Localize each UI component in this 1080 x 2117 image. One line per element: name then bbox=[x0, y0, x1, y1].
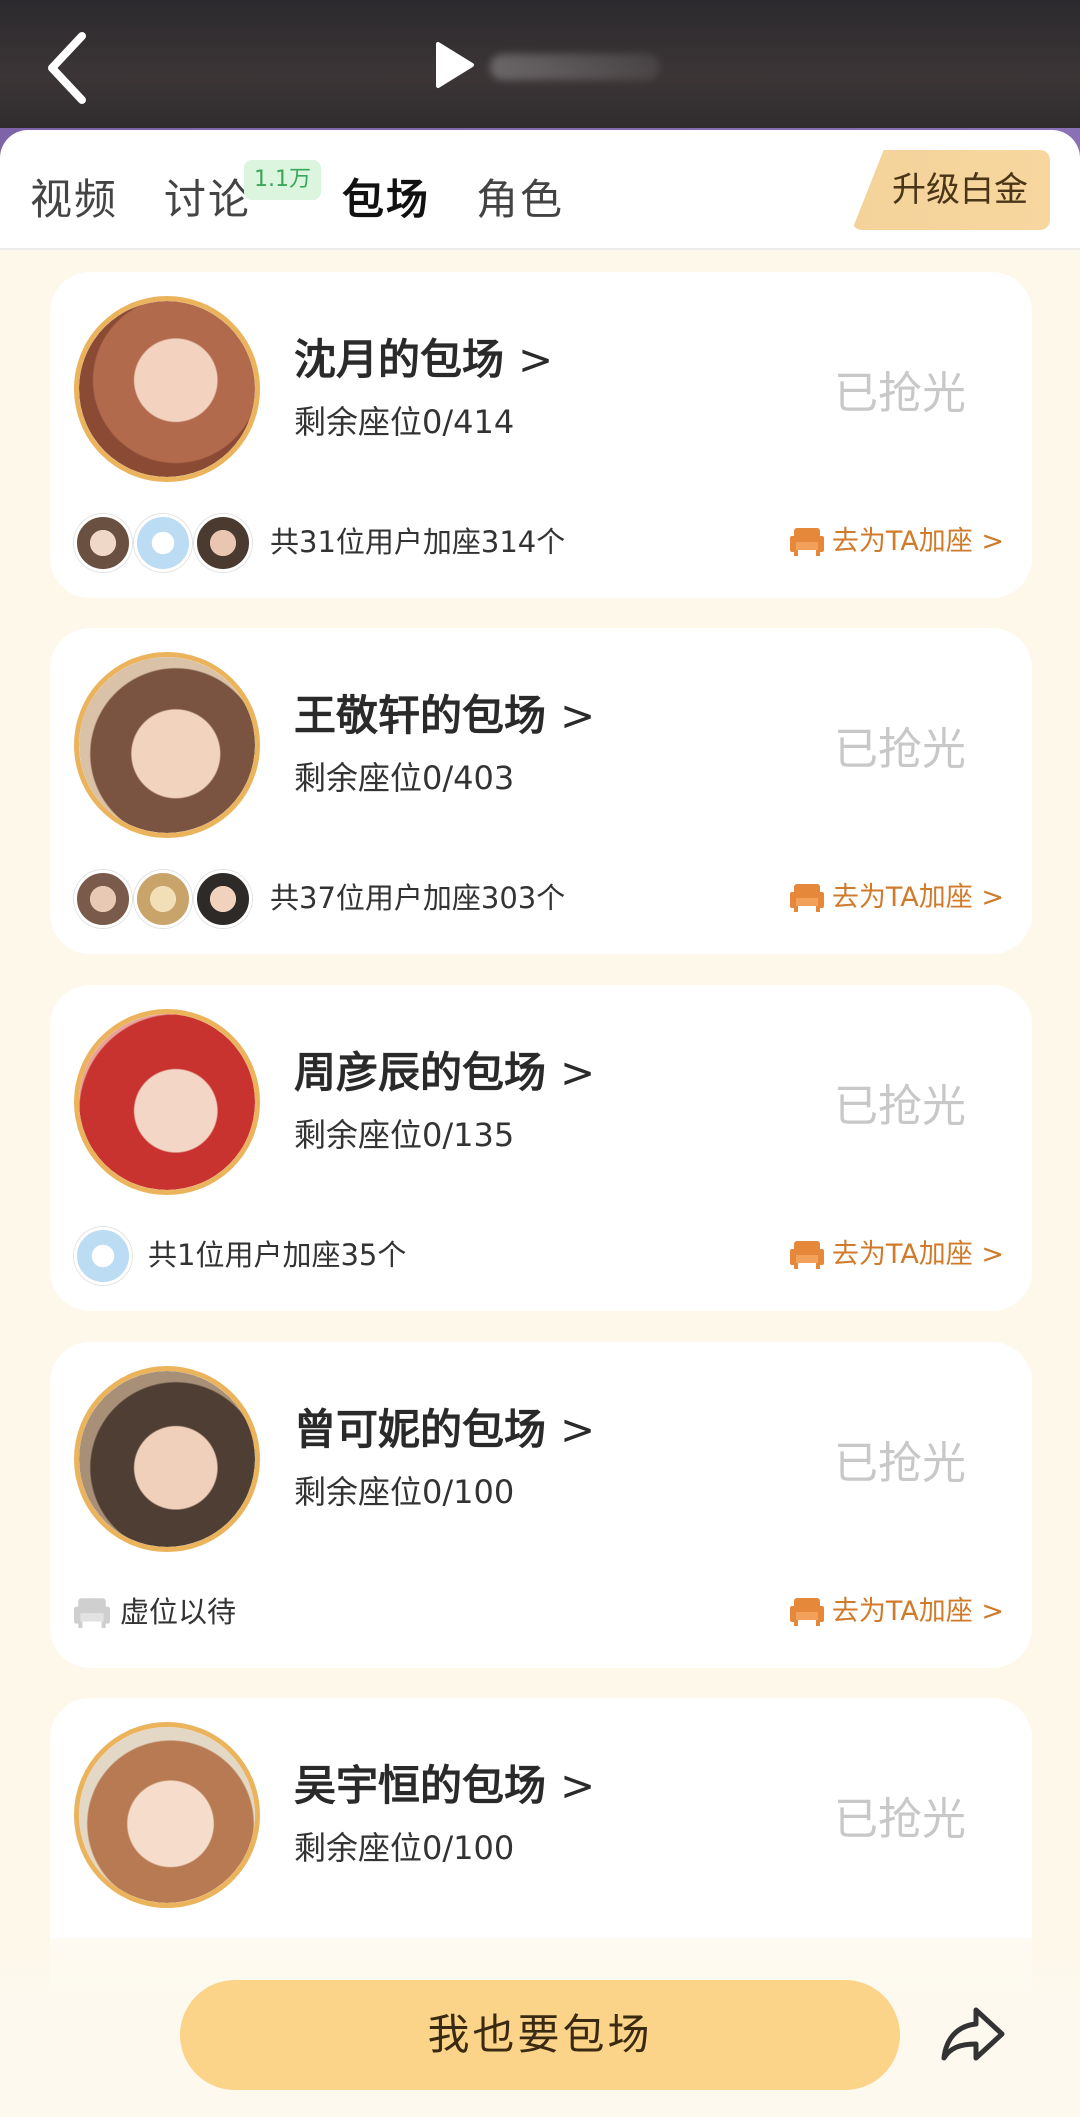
supporters-count: 共31位用户加座314个 bbox=[270, 525, 566, 559]
host-avatar[interactable] bbox=[74, 1366, 260, 1552]
user-avatar bbox=[134, 870, 192, 928]
back-chevron-icon[interactable] bbox=[40, 28, 96, 108]
add-seat-link[interactable]: 去为TA加座 > bbox=[789, 1584, 1004, 1640]
host-avatar[interactable] bbox=[74, 1009, 260, 1195]
host-avatar[interactable] bbox=[74, 652, 260, 838]
card-title[interactable]: 吴宇恒的包场 > bbox=[294, 1756, 595, 1816]
screening-card[interactable]: 周彦辰的包场 > 剩余座位0/135 已抢光 共1位用户加座35个 去为TA加座 … bbox=[50, 985, 1032, 1311]
sofa-icon bbox=[789, 528, 824, 556]
empty-sofa-icon bbox=[74, 1598, 110, 1628]
sold-out-status: 已抢光 bbox=[834, 1081, 966, 1132]
sofa-icon bbox=[789, 1241, 824, 1269]
user-avatar bbox=[74, 870, 132, 928]
card-title[interactable]: 沈月的包场 > bbox=[294, 330, 553, 390]
upgrade-platinum-button[interactable]: 升级白金 bbox=[852, 150, 1050, 230]
video-player-bar[interactable] bbox=[0, 0, 1080, 140]
tab-discussion[interactable]: 讨论 bbox=[164, 170, 252, 230]
supporters-count: 共37位用户加座303个 bbox=[270, 881, 566, 915]
vacancy-text: 虚位以待 bbox=[120, 1595, 237, 1629]
add-seat-link[interactable]: 去为TA加座 > bbox=[789, 514, 1004, 570]
user-avatar bbox=[74, 1227, 132, 1285]
remaining-seats: 剩余座位0/100 bbox=[294, 1473, 515, 1511]
sold-out-status: 已抢光 bbox=[834, 1794, 966, 1845]
supporters-row[interactable]: 共31位用户加座314个 bbox=[74, 514, 634, 572]
add-seat-link[interactable]: 去为TA加座 > bbox=[789, 1227, 1004, 1283]
supporters-row[interactable]: 共1位用户加座35个 bbox=[74, 1227, 634, 1285]
user-avatar bbox=[194, 514, 252, 572]
card-title[interactable]: 周彦辰的包场 > bbox=[294, 1043, 595, 1103]
play-icon[interactable] bbox=[428, 40, 478, 90]
sold-out-status: 已抢光 bbox=[834, 1438, 966, 1489]
sold-out-status: 已抢光 bbox=[834, 368, 966, 419]
remaining-seats: 剩余座位0/403 bbox=[294, 759, 515, 797]
screening-card[interactable]: 曾可妮的包场 > 剩余座位0/100 已抢光 虚位以待 去为TA加座 > bbox=[50, 1342, 1032, 1668]
host-avatar[interactable] bbox=[74, 1722, 260, 1908]
tab-private-screening[interactable]: 包场 bbox=[342, 170, 430, 230]
user-avatar bbox=[134, 514, 192, 572]
add-seat-link[interactable]: 去为TA加座 > bbox=[789, 870, 1004, 926]
remaining-seats: 剩余座位0/135 bbox=[294, 1116, 515, 1154]
video-title-blurred bbox=[490, 54, 660, 80]
host-avatar[interactable] bbox=[74, 296, 260, 482]
discussion-count-badge: 1.1万 bbox=[244, 160, 321, 200]
screening-card[interactable]: 沈月的包场 > 剩余座位0/414 已抢光 共31位用户加座314个 去为TA加座… bbox=[50, 272, 1032, 598]
screening-card[interactable]: 王敬轩的包场 > 剩余座位0/403 已抢光 共37位用户加座303个 去为TA加… bbox=[50, 628, 1032, 954]
supporters-row[interactable]: 共37位用户加座303个 bbox=[74, 870, 634, 928]
upgrade-label: 升级白金 bbox=[892, 170, 1028, 210]
card-title[interactable]: 曾可妮的包场 > bbox=[294, 1400, 595, 1460]
share-arrow-icon[interactable] bbox=[940, 2004, 1006, 2064]
user-avatar bbox=[194, 870, 252, 928]
remaining-seats: 剩余座位0/414 bbox=[294, 403, 515, 441]
user-avatar bbox=[74, 514, 132, 572]
remaining-seats: 剩余座位0/100 bbox=[294, 1829, 515, 1867]
create-screening-button[interactable]: 我也要包场 bbox=[180, 1980, 900, 2090]
sofa-icon bbox=[789, 1598, 824, 1626]
tab-videos[interactable]: 视频 bbox=[30, 170, 118, 230]
card-title[interactable]: 王敬轩的包场 > bbox=[294, 686, 595, 746]
supporters-count: 共1位用户加座35个 bbox=[148, 1238, 407, 1272]
supporters-row: 虚位以待 bbox=[74, 1584, 634, 1640]
tab-roles[interactable]: 角色 bbox=[476, 170, 564, 230]
sofa-icon bbox=[789, 884, 824, 912]
sold-out-status: 已抢光 bbox=[834, 724, 966, 775]
